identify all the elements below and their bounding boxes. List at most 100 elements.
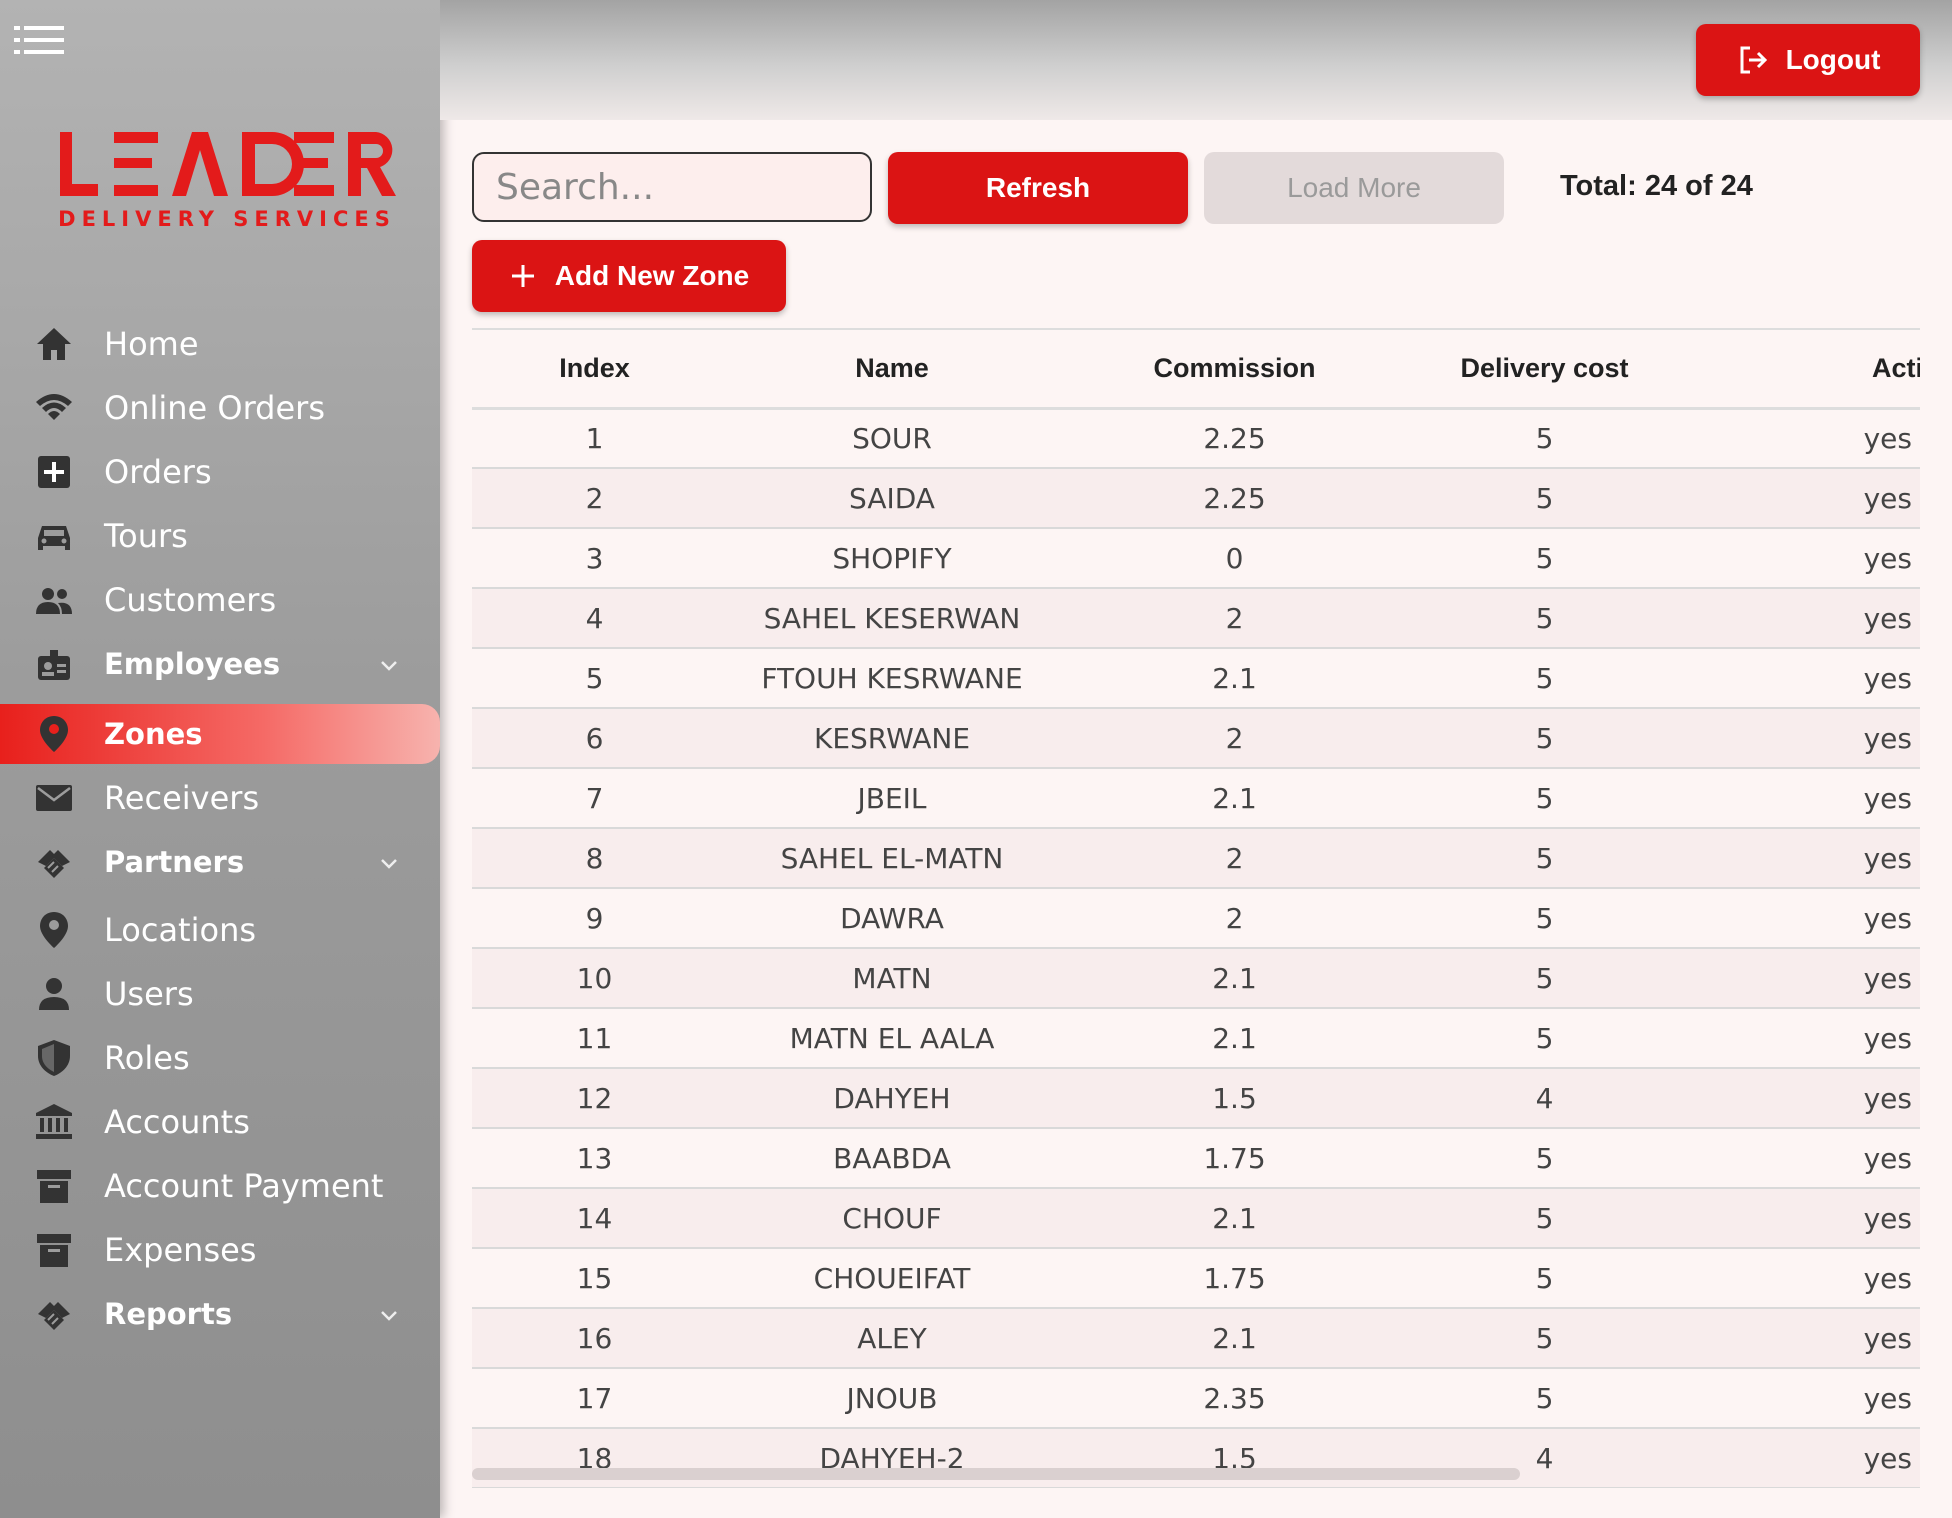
column-header-name[interactable]: Name — [717, 330, 1067, 410]
table-row[interactable]: 17 JNOUB 2.35 5 yes — [472, 1368, 1920, 1429]
refresh-button[interactable]: Refresh — [888, 152, 1188, 224]
cell-active: yes — [1687, 1248, 1920, 1309]
cell-delivery-cost: 5 — [1402, 948, 1687, 1009]
column-header-delivery-cost[interactable]: Delivery cost — [1402, 330, 1687, 410]
cell-active: yes — [1687, 948, 1920, 1009]
sidebar-item-online-orders[interactable]: Online Orders — [0, 378, 440, 438]
cell-delivery-cost: 5 — [1402, 1188, 1687, 1249]
cell-active: yes — [1687, 468, 1920, 529]
sidebar-item-label: Zones — [104, 717, 203, 751]
table-header-row: Index Name Commission Delivery cost Acti… — [472, 330, 1920, 410]
table-row[interactable]: 16 ALEY 2.1 5 yes — [472, 1308, 1920, 1369]
cell-index: 2 — [472, 468, 717, 529]
cell-commission: 2 — [1067, 588, 1402, 649]
table-row[interactable]: 14 CHOUF 2.1 5 yes — [472, 1188, 1920, 1249]
cell-active: yes — [1687, 888, 1920, 949]
cell-name: CHOUF — [717, 1188, 1067, 1249]
table-row[interactable]: 11 MATN EL AALA 2.1 5 yes — [472, 1008, 1920, 1069]
table-row[interactable]: 10 MATN 2.1 5 yes — [472, 948, 1920, 1009]
sidebar-item-roles[interactable]: Roles — [0, 1028, 440, 1088]
table-row[interactable]: 7 JBEIL 2.1 5 yes — [472, 768, 1920, 829]
cell-name: JNOUB — [717, 1368, 1067, 1429]
cell-commission: 2.25 — [1067, 468, 1402, 529]
column-header-commission[interactable]: Commission — [1067, 330, 1402, 410]
horizontal-scrollbar[interactable] — [472, 1468, 1520, 1480]
location-pin-icon — [32, 714, 76, 754]
column-header-active[interactable]: Active — [1687, 330, 1920, 410]
cell-commission: 1.75 — [1067, 1248, 1402, 1309]
cell-delivery-cost: 5 — [1402, 768, 1687, 829]
sidebar-item-account-payment[interactable]: Account Payment — [0, 1156, 440, 1216]
sidebar-item-tours[interactable]: Tours — [0, 506, 440, 566]
cell-delivery-cost: 5 — [1402, 888, 1687, 949]
sidebar-item-employees[interactable]: Employees — [0, 634, 440, 694]
cell-name: SAHEL KESERWAN — [717, 588, 1067, 649]
wifi-icon — [32, 388, 76, 428]
table-row[interactable]: 6 KESRWANE 2 5 yes — [472, 708, 1920, 769]
sidebar-item-orders[interactable]: Orders — [0, 442, 440, 502]
table-row[interactable]: 1 SOUR 2.25 5 yes — [472, 408, 1920, 469]
table-body: 1 SOUR 2.25 5 yes 2 SAIDA 2.25 5 yes 3 SHOPIFY 0 5 yes… — [472, 408, 1920, 1488]
cell-name: SAIDA — [717, 468, 1067, 529]
cell-active: yes — [1687, 828, 1920, 889]
table-row[interactable]: 8 SAHEL EL-MATN 2 5 yes — [472, 828, 1920, 889]
cell-active: yes — [1687, 708, 1920, 769]
sidebar-item-expenses[interactable]: Expenses — [0, 1220, 440, 1280]
cell-active: yes — [1687, 1128, 1920, 1189]
cell-delivery-cost: 5 — [1402, 648, 1687, 709]
cell-commission: 1.5 — [1067, 1068, 1402, 1129]
column-header-index[interactable]: Index — [472, 330, 717, 410]
cell-delivery-cost: 5 — [1402, 1308, 1687, 1369]
table-row[interactable]: 9 DAWRA 2 5 yes — [472, 888, 1920, 949]
sidebar-item-label: Expenses — [104, 1231, 257, 1269]
table-row[interactable]: 12 DAHYEH 1.5 4 yes — [472, 1068, 1920, 1129]
sidebar-item-reports[interactable]: Reports — [0, 1284, 440, 1344]
sidebar-item-partners[interactable]: Partners — [0, 832, 440, 892]
sidebar-item-customers[interactable]: Customers — [0, 570, 440, 630]
cell-delivery-cost: 5 — [1402, 708, 1687, 769]
sidebar-item-accounts[interactable]: Accounts — [0, 1092, 440, 1152]
cell-index: 8 — [472, 828, 717, 889]
table-row[interactable]: 15 CHOUEIFAT 1.75 5 yes — [472, 1248, 1920, 1309]
cell-commission: 2.1 — [1067, 648, 1402, 709]
cell-index: 14 — [472, 1188, 717, 1249]
cell-commission: 2.1 — [1067, 1008, 1402, 1069]
cell-commission: 2.35 — [1067, 1368, 1402, 1429]
table-row[interactable]: 2 SAIDA 2.25 5 yes — [472, 468, 1920, 529]
sidebar-item-label: Employees — [104, 647, 281, 681]
search-input[interactable] — [472, 152, 872, 222]
cell-active: yes — [1687, 768, 1920, 829]
cell-name: SHOPIFY — [717, 528, 1067, 589]
cell-commission: 2.1 — [1067, 1308, 1402, 1369]
cell-index: 7 — [472, 768, 717, 829]
sidebar-item-locations[interactable]: Locations — [0, 900, 440, 960]
logout-icon — [1740, 46, 1767, 74]
sidebar-item-label: Receivers — [104, 779, 260, 817]
location-pin-icon — [32, 910, 76, 950]
sidebar: DELIVERY SERVICES Home Online Orders Ord… — [0, 0, 440, 1518]
table-row[interactable]: 3 SHOPIFY 0 5 yes — [472, 528, 1920, 589]
add-new-zone-button[interactable]: Add New Zone — [472, 240, 786, 312]
load-more-button[interactable]: Load More — [1204, 152, 1504, 224]
table-row[interactable]: 5 FTOUH KESRWANE 2.1 5 yes — [472, 648, 1920, 709]
cell-commission: 2 — [1067, 708, 1402, 769]
cell-commission: 2.25 — [1067, 408, 1402, 469]
cell-active: yes — [1687, 1188, 1920, 1249]
sidebar-item-home[interactable]: Home — [0, 314, 440, 374]
zones-table[interactable]: Index Name Commission Delivery cost Acti… — [472, 328, 1920, 1488]
archive-icon — [32, 1166, 76, 1206]
logout-button[interactable]: Logout — [1696, 24, 1920, 96]
cell-delivery-cost: 5 — [1402, 1368, 1687, 1429]
sidebar-item-label: Reports — [104, 1297, 233, 1331]
sidebar-item-users[interactable]: Users — [0, 964, 440, 1024]
menu-toggle-icon[interactable] — [14, 22, 66, 58]
mail-icon — [32, 778, 76, 818]
cell-name: BAABDA — [717, 1128, 1067, 1189]
cell-active: yes — [1687, 408, 1920, 469]
table-row[interactable]: 13 BAABDA 1.75 5 yes — [472, 1128, 1920, 1189]
sidebar-item-receivers[interactable]: Receivers — [0, 768, 440, 828]
sidebar-item-zones[interactable]: Zones — [0, 704, 440, 764]
bank-icon — [32, 1102, 76, 1142]
table-row[interactable]: 4 SAHEL KESERWAN 2 5 yes — [472, 588, 1920, 649]
cell-index: 5 — [472, 648, 717, 709]
